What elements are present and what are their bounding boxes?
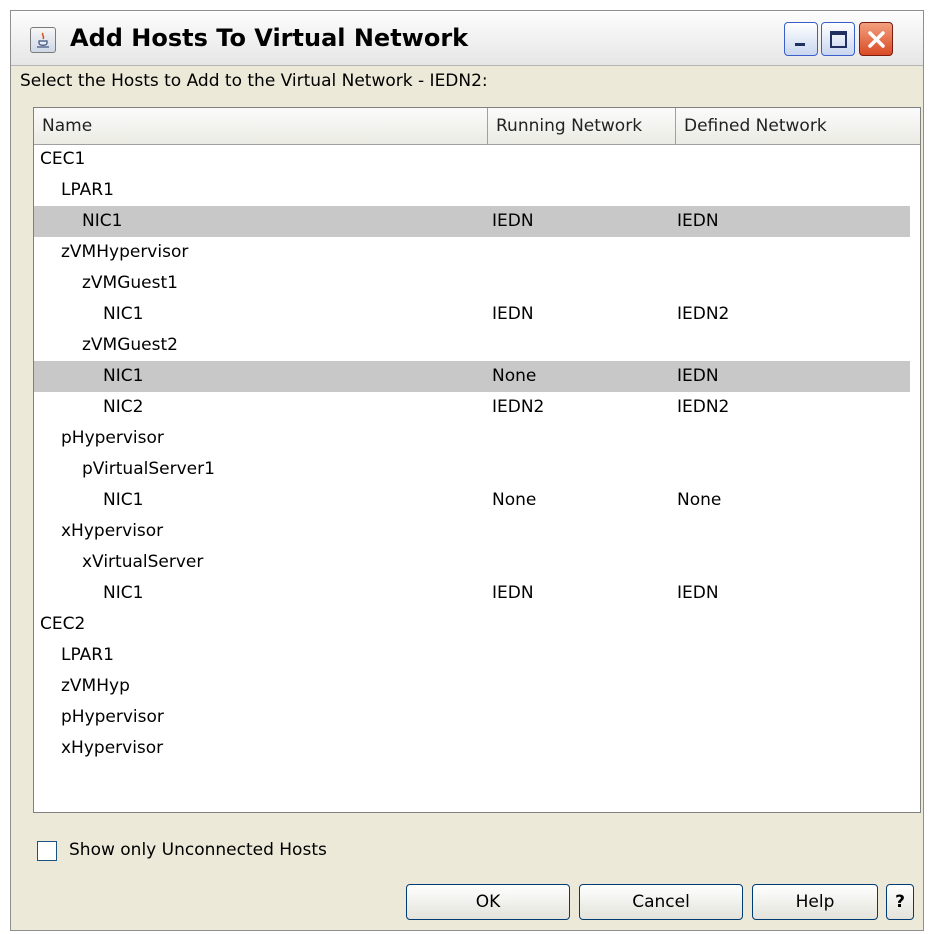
table-row[interactable]: LPAR1	[34, 640, 910, 671]
table-row[interactable]: pVirtualServer1	[34, 454, 910, 485]
host-name-cell: xHypervisor	[61, 738, 164, 758]
close-button[interactable]	[859, 22, 893, 56]
running-network-cell: IEDN2	[492, 397, 545, 417]
defined-network-cell: IEDN	[677, 211, 719, 231]
table-row[interactable]: xHypervisor	[34, 516, 910, 547]
table-row[interactable]: NIC1 None IEDN	[34, 361, 910, 392]
table-row[interactable]: NIC1 IEDN IEDN	[34, 206, 910, 237]
dialog-window: Add Hosts To Virtual Network Select the …	[10, 10, 924, 931]
host-name-cell: xHypervisor	[61, 521, 164, 541]
maximize-button[interactable]	[821, 22, 855, 56]
running-network-cell: None	[492, 366, 537, 386]
host-name-cell: xVirtualServer	[82, 552, 204, 572]
table-row[interactable]: zVMGuest2	[34, 330, 910, 361]
close-icon	[868, 31, 885, 48]
host-name-cell: NIC2	[103, 397, 144, 417]
host-name-cell: NIC1	[103, 304, 144, 324]
column-header-name[interactable]: Name	[34, 108, 488, 144]
ok-button[interactable]: OK	[406, 884, 570, 920]
host-name-cell: zVMHyp	[61, 676, 130, 696]
host-name-cell: pHypervisor	[61, 428, 164, 448]
table-header: Name Running Network Defined Network	[34, 108, 920, 145]
help-button[interactable]: Help	[752, 884, 878, 920]
minimize-icon	[795, 43, 805, 46]
defined-network-cell: IEDN2	[677, 397, 730, 417]
running-network-cell: None	[492, 490, 537, 510]
table-row[interactable]: pHypervisor	[34, 702, 910, 733]
host-name-cell: LPAR1	[61, 180, 114, 200]
table-row[interactable]: zVMHyp	[34, 671, 910, 702]
table-row[interactable]: CEC1	[34, 144, 910, 175]
java-app-icon	[30, 27, 56, 53]
running-network-cell: IEDN	[492, 304, 534, 324]
table-row[interactable]: xVirtualServer	[34, 547, 910, 578]
window-title: Add Hosts To Virtual Network	[70, 24, 469, 52]
title-bar[interactable]: Add Hosts To Virtual Network	[11, 11, 923, 66]
unconnected-hosts-checkbox[interactable]	[37, 841, 57, 861]
defined-network-cell: None	[677, 490, 722, 510]
minimize-button[interactable]	[784, 22, 818, 56]
table-row[interactable]: zVMGuest1	[34, 268, 910, 299]
table-row[interactable]: LPAR1	[34, 175, 910, 206]
host-name-cell: LPAR1	[61, 645, 114, 665]
defined-network-cell: IEDN	[677, 583, 719, 603]
context-help-button[interactable]: ?	[886, 884, 914, 920]
unconnected-hosts-label[interactable]: Show only Unconnected Hosts	[69, 840, 327, 860]
hosts-table: Name Running Network Defined Network CEC…	[33, 107, 921, 813]
table-row[interactable]: NIC1 IEDN IEDN2	[34, 299, 910, 330]
table-row[interactable]: NIC1 IEDN IEDN	[34, 578, 910, 609]
host-name-cell: zVMGuest2	[82, 335, 178, 355]
host-name-cell: zVMGuest1	[82, 273, 178, 293]
host-name-cell: CEC2	[40, 614, 86, 634]
dialog-prompt: Select the Hosts to Add to the Virtual N…	[20, 71, 488, 91]
running-network-cell: IEDN	[492, 583, 534, 603]
column-header-defined-network[interactable]: Defined Network	[676, 108, 920, 144]
table-row[interactable]: CEC2	[34, 609, 910, 640]
host-name-cell: pVirtualServer1	[82, 459, 215, 479]
table-row[interactable]: NIC2 IEDN2 IEDN2	[34, 392, 910, 423]
table-row[interactable]: zVMHypervisor	[34, 237, 910, 268]
host-name-cell: pHypervisor	[61, 707, 164, 727]
table-row[interactable]: pHypervisor	[34, 423, 910, 454]
host-name-cell: zVMHypervisor	[61, 242, 189, 262]
host-name-cell: NIC1	[103, 366, 144, 386]
host-name-cell: NIC1	[103, 583, 144, 603]
defined-network-cell: IEDN2	[677, 304, 730, 324]
maximize-icon	[830, 31, 847, 48]
running-network-cell: IEDN	[492, 211, 534, 231]
table-row[interactable]: NIC1 None None	[34, 485, 910, 516]
table-row[interactable]: xHypervisor	[34, 733, 910, 764]
column-header-running-network[interactable]: Running Network	[488, 108, 676, 144]
host-name-cell: CEC1	[40, 149, 86, 169]
defined-network-cell: IEDN	[677, 366, 719, 386]
cancel-button[interactable]: Cancel	[579, 884, 743, 920]
host-name-cell: NIC1	[82, 211, 123, 231]
host-name-cell: NIC1	[103, 490, 144, 510]
